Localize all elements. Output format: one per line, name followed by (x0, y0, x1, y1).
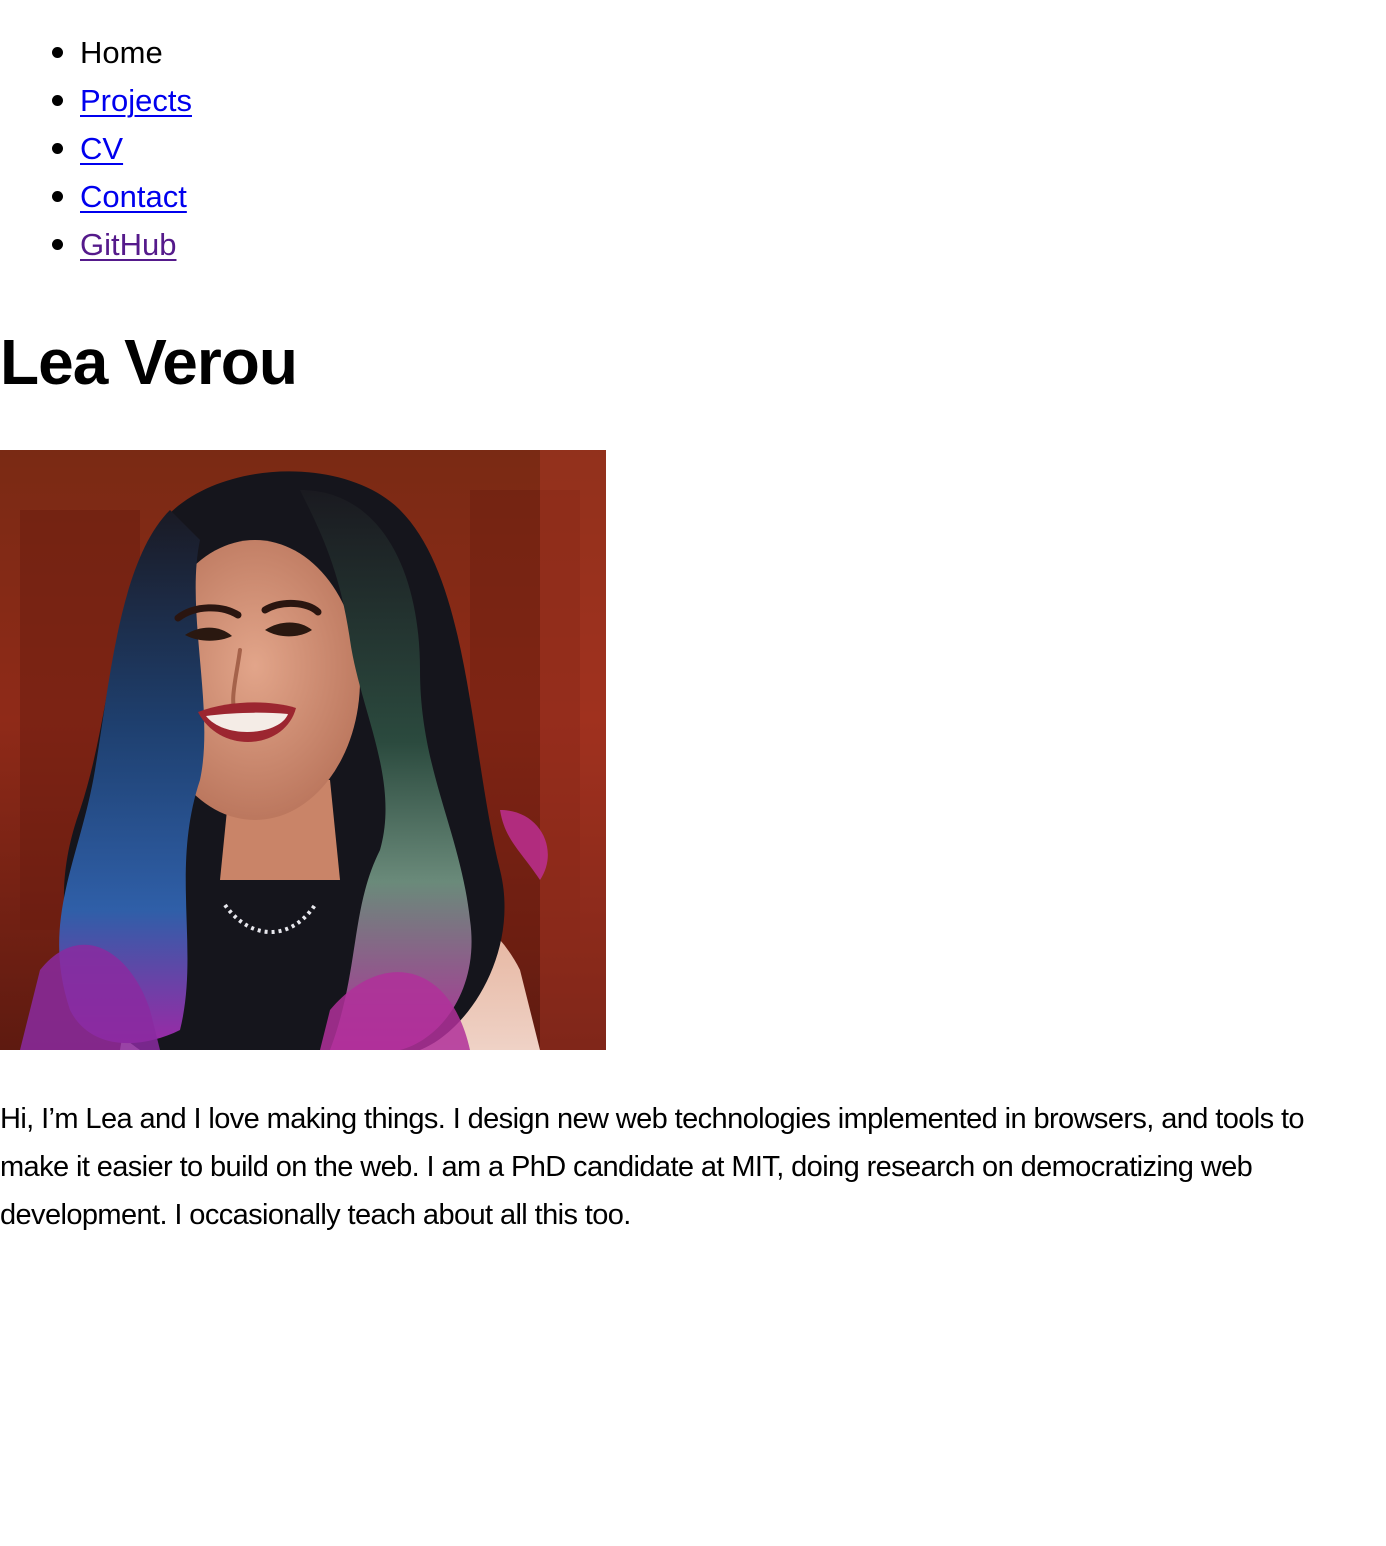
nav-label-home: Home (80, 35, 163, 70)
bullet-icon (52, 191, 63, 202)
nav-link-contact[interactable]: Contact (80, 179, 187, 214)
intro-paragraph: Hi, I’m Lea and I love making things. I … (0, 1103, 1305, 1231)
bullet-icon (52, 143, 63, 154)
nav-item-contact[interactable]: Contact (0, 173, 192, 221)
nav-link-projects[interactable]: Projects (80, 83, 192, 118)
bullet-icon (52, 95, 63, 106)
nav-item-cv[interactable]: CV (0, 125, 192, 173)
main-nav: Home Projects CV Contact GitHub (0, 29, 192, 269)
nav-item-projects[interactable]: Projects (0, 77, 192, 125)
bullet-icon (52, 47, 63, 58)
portrait-photo (0, 450, 606, 1050)
nav-item-github[interactable]: GitHub (0, 221, 192, 269)
nav-link-github[interactable]: GitHub (80, 227, 176, 262)
nav-item-home: Home (0, 29, 192, 77)
bullet-icon (52, 239, 63, 250)
nav-link-cv[interactable]: CV (80, 131, 123, 166)
page-title: Lea Verou (0, 326, 298, 398)
